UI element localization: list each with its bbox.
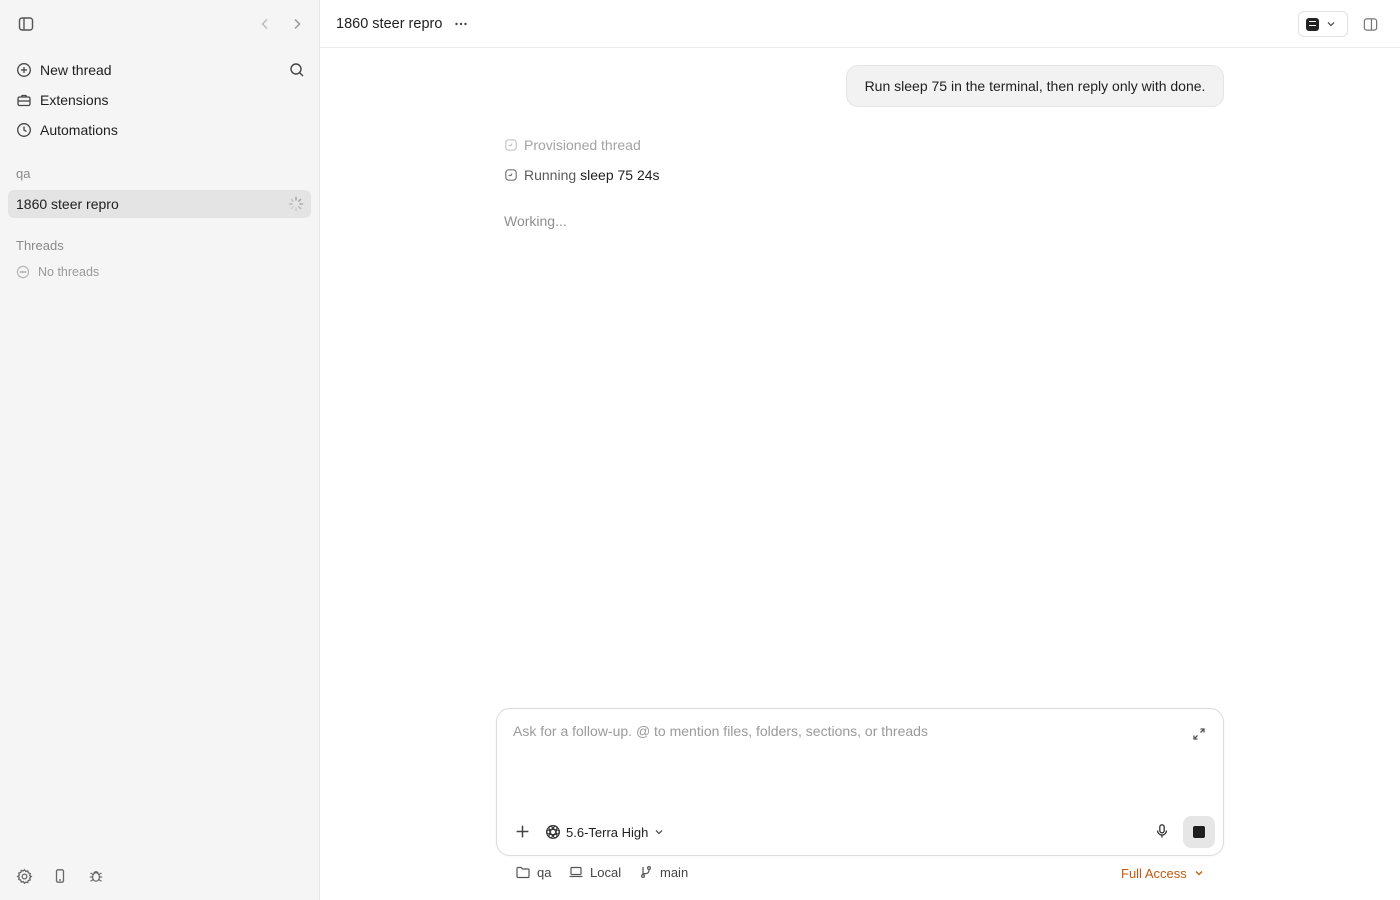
- folder-icon: [515, 864, 531, 880]
- terminal-app-icon: [1306, 17, 1319, 31]
- sidebar-toggle-icon[interactable]: [16, 14, 36, 34]
- automations-button[interactable]: Automations: [8, 116, 312, 144]
- settings-gear-icon[interactable]: [15, 867, 33, 885]
- git-branch-icon: [638, 864, 654, 880]
- environment-selector[interactable]: Local: [568, 863, 621, 881]
- add-attachment-icon[interactable]: [513, 822, 531, 840]
- chevron-down-icon: [1325, 18, 1337, 30]
- no-threads-label: No threads: [38, 265, 100, 279]
- working-indicator: Working...: [504, 213, 567, 229]
- extensions-button[interactable]: Extensions: [8, 86, 312, 114]
- no-threads-placeholder: No threads: [16, 264, 99, 280]
- model-selector[interactable]: 5.6-Terra High: [545, 821, 665, 843]
- more-options-icon[interactable]: [452, 15, 470, 33]
- loading-spinner-icon: [288, 196, 304, 212]
- search-icon[interactable]: [288, 61, 306, 79]
- sidebar-thread-item[interactable]: 1860 steer repro: [8, 190, 311, 218]
- plus-circle-icon: [16, 62, 32, 78]
- status-provisioned-label: Provisioned thread: [524, 137, 641, 153]
- automations-label: Automations: [40, 122, 118, 138]
- main-header: 1860 steer repro: [320, 0, 1400, 48]
- microphone-icon[interactable]: [1153, 822, 1171, 840]
- composer: 5.6-Terra High: [496, 708, 1224, 856]
- follow-up-input[interactable]: [513, 723, 1183, 803]
- open-in-app-dropdown[interactable]: [1298, 11, 1348, 37]
- extensions-label: Extensions: [40, 92, 109, 108]
- user-message-bubble: Run sleep 75 in the terminal, then reply…: [846, 65, 1224, 107]
- thread-title-label: 1860 steer repro: [16, 196, 119, 212]
- status-running[interactable]: Running sleep 75 24s: [504, 166, 660, 184]
- phone-icon[interactable]: [51, 867, 69, 885]
- branch-selector[interactable]: main: [638, 863, 688, 881]
- chevron-down-icon: [653, 826, 665, 838]
- branch-label: main: [660, 864, 689, 880]
- status-provisioned: Provisioned thread: [504, 136, 641, 154]
- environment-label: Local: [590, 864, 622, 880]
- back-arrow-icon[interactable]: [256, 15, 274, 33]
- status-chat-icon: [504, 138, 518, 152]
- access-level-dropdown[interactable]: Full Access: [1121, 864, 1205, 882]
- bug-icon[interactable]: [87, 867, 105, 885]
- side-panel-toggle-icon[interactable]: [1360, 14, 1380, 34]
- toolbox-icon: [16, 92, 32, 108]
- status-running-command: sleep 75 24s: [580, 167, 660, 183]
- stop-button[interactable]: [1183, 816, 1215, 848]
- model-logo-icon: [545, 824, 561, 840]
- new-thread-label: New thread: [40, 62, 112, 78]
- forward-arrow-icon[interactable]: [288, 15, 306, 33]
- model-name-label: 5.6-Terra High: [566, 824, 649, 840]
- status-terminal-icon: [504, 168, 518, 182]
- user-message-text: Run sleep 75 in the terminal, then reply…: [864, 78, 1206, 94]
- chevron-down-icon: [1193, 867, 1205, 879]
- project-label: qa: [16, 166, 31, 181]
- folder-selector[interactable]: qa: [515, 863, 551, 881]
- empty-chat-icon: [16, 265, 30, 279]
- status-running-prefix: Running: [524, 167, 577, 183]
- expand-icon[interactable]: [1191, 726, 1207, 742]
- folder-label: qa: [537, 864, 552, 880]
- stop-square-icon: [1193, 826, 1205, 838]
- access-label: Full Access: [1121, 865, 1187, 881]
- new-thread-button[interactable]: New thread: [8, 56, 312, 84]
- clock-icon: [16, 122, 32, 138]
- page-title: 1860 steer repro: [336, 16, 443, 32]
- laptop-icon: [568, 864, 584, 880]
- threads-section-label: Threads: [16, 238, 64, 253]
- sidebar: New thread Extensions Automations qa 186…: [0, 0, 320, 900]
